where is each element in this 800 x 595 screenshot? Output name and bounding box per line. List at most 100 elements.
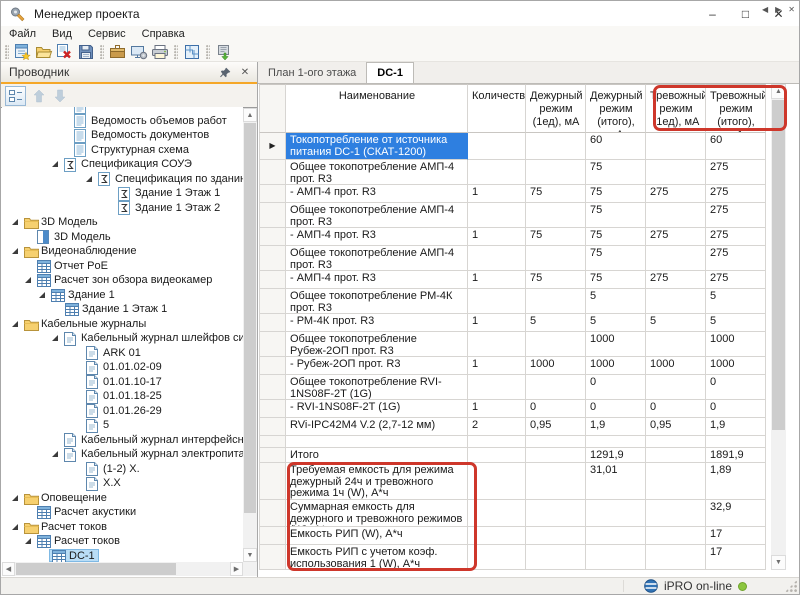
table-cell[interactable]: - АМП-4 прот. R3: [286, 185, 468, 203]
table-cell[interactable]: [526, 375, 586, 400]
table-cell[interactable]: 1: [468, 228, 526, 246]
table-cell[interactable]: [646, 448, 706, 463]
table-cell[interactable]: [526, 545, 586, 570]
column-header[interactable]: Тревожный режим (итого), мА: [706, 84, 766, 133]
table-cell[interactable]: 275: [706, 203, 766, 228]
expander-icon[interactable]: [24, 537, 32, 545]
table-cell[interactable]: [646, 332, 706, 357]
table-cell[interactable]: [526, 160, 586, 185]
table-cell[interactable]: [586, 545, 646, 570]
table-cell[interactable]: Общее токопотребление АМП-4 прот. R3: [286, 160, 468, 185]
tree-item-здание-1-этаж-1[interactable]: Здание 1 Этаж 1: [2, 302, 243, 317]
tree-item-кабельный-журнал-интерфейсных[interactable]: Кабельный журнал интерфейсных: [2, 433, 243, 448]
table-cell[interactable]: 75: [586, 246, 646, 271]
table-cell[interactable]: [646, 203, 706, 228]
table-cell[interactable]: 1: [468, 314, 526, 332]
table-cell[interactable]: 1291,9: [586, 448, 646, 463]
scroll-down-icon[interactable]: ▼: [771, 555, 786, 570]
table-cell[interactable]: 0: [526, 400, 586, 418]
scroll-down-icon[interactable]: ▼: [243, 548, 257, 562]
toolbar-drag-handle[interactable]: [206, 45, 210, 59]
table-cell[interactable]: 75: [586, 185, 646, 203]
tree-item-x-x[interactable]: X.X: [2, 476, 243, 491]
expander-icon[interactable]: [24, 276, 32, 284]
pin-icon[interactable]: [217, 64, 233, 80]
table-cell[interactable]: [526, 463, 586, 500]
table-cell[interactable]: [646, 463, 706, 500]
update-icon[interactable]: [213, 42, 234, 61]
table-cell[interactable]: 0,95: [526, 418, 586, 436]
row-header-cell[interactable]: [259, 160, 286, 185]
table-cell[interactable]: 275: [646, 228, 706, 246]
toolbar-drag-handle[interactable]: [5, 45, 9, 59]
table-cell[interactable]: 75: [586, 203, 646, 228]
current-row-marker[interactable]: ▶: [259, 133, 286, 160]
row-header-cell[interactable]: [259, 375, 286, 400]
table-cell[interactable]: [526, 289, 586, 314]
menu-item-view[interactable]: Вид: [44, 28, 80, 40]
tree-item--1-2-x-[interactable]: (1-2) X.: [2, 462, 243, 477]
tree-item-спецификация-по-зданию-1[interactable]: Спецификация по зданию 1: [2, 172, 243, 187]
tree-item-здание-1[interactable]: Здание 1: [2, 288, 243, 303]
row-header-cell[interactable]: [259, 545, 286, 570]
column-header[interactable]: Тревожный режим (1ед), мА: [646, 84, 706, 133]
tree-item-отчет-poe[interactable]: Отчет PoE: [2, 259, 243, 274]
tree-item-здание-1-этаж-1[interactable]: Здание 1 Этаж 1: [2, 186, 243, 201]
table-cell[interactable]: - АМП-4 прот. R3: [286, 271, 468, 289]
tree-item-оповещение[interactable]: Оповещение: [2, 491, 243, 506]
expander-icon[interactable]: [11, 523, 19, 531]
row-header-cell[interactable]: [259, 500, 286, 527]
expander-icon[interactable]: [11, 320, 19, 328]
table-cell[interactable]: 1000: [706, 332, 766, 357]
table-cell[interactable]: [646, 289, 706, 314]
table-cell[interactable]: 5: [586, 314, 646, 332]
close-project-icon[interactable]: [54, 42, 75, 61]
new-project-icon[interactable]: [12, 42, 33, 61]
tree-item-ведомость-объемов-работ[interactable]: Ведомость объемов работ: [2, 114, 243, 129]
scroll-left-icon[interactable]: ◀: [2, 562, 15, 576]
table-cell[interactable]: 2: [468, 418, 526, 436]
row-header-cell[interactable]: [259, 246, 286, 271]
table-cell[interactable]: [646, 246, 706, 271]
table-cell[interactable]: 60: [706, 133, 766, 160]
tree-horizontal-scrollbar[interactable]: ◀ ▶: [2, 562, 257, 576]
table-cell[interactable]: Общее токопотребление АМП-4 прот. R3: [286, 203, 468, 228]
menu-item-help[interactable]: Справка: [134, 28, 193, 40]
table-vertical-scrollbar[interactable]: ▲ ▼: [771, 84, 786, 570]
table-cell[interactable]: 17: [706, 527, 766, 545]
table-cell[interactable]: 75: [526, 228, 586, 246]
row-header-cell[interactable]: [259, 357, 286, 375]
row-header-cell[interactable]: [259, 271, 286, 289]
tree-item-видеонаблюдение[interactable]: Видеонаблюдение: [2, 244, 243, 259]
table-cell[interactable]: 1000: [586, 332, 646, 357]
tree-item-кабельные-журналы[interactable]: Кабельные журналы: [2, 317, 243, 332]
table-cell[interactable]: [646, 133, 706, 160]
table-cell[interactable]: 1,89: [706, 463, 766, 500]
table-cell[interactable]: [468, 527, 526, 545]
table-cell[interactable]: 75: [526, 271, 586, 289]
row-header-cell[interactable]: [259, 203, 286, 228]
expander-icon[interactable]: [11, 494, 19, 502]
menu-item-service[interactable]: Сервис: [80, 28, 134, 40]
table-cell[interactable]: 17: [706, 545, 766, 570]
expander-icon[interactable]: [11, 218, 19, 226]
row-header-cell[interactable]: [259, 314, 286, 332]
column-header[interactable]: Дежурный режим (итого), мА: [586, 84, 646, 133]
tree-item-здание-1-этаж-2[interactable]: Здание 1 Этаж 2: [2, 201, 243, 216]
toolbar-drag-handle[interactable]: [174, 45, 178, 59]
table-cell[interactable]: 31,01: [586, 463, 646, 500]
table-cell[interactable]: 75: [586, 160, 646, 185]
table-cell[interactable]: 75: [586, 228, 646, 246]
tree-item-01-01-02-09[interactable]: 01.01.02-09: [2, 360, 243, 375]
expander-icon[interactable]: [51, 160, 59, 168]
table-cell[interactable]: [286, 436, 468, 448]
scrollbar-thumb[interactable]: [772, 100, 785, 430]
table-cell[interactable]: Общее токопотребление Рубеж-2ОП прот. R3: [286, 332, 468, 357]
toolbar-drag-handle[interactable]: [100, 45, 104, 59]
row-header-cell[interactable]: [259, 418, 286, 436]
table-cell[interactable]: 1000: [706, 357, 766, 375]
table-cell[interactable]: Емкость РИП (W), А*ч: [286, 527, 468, 545]
table-cell[interactable]: [646, 545, 706, 570]
table-cell[interactable]: [646, 436, 706, 448]
expander-icon[interactable]: [51, 334, 59, 342]
